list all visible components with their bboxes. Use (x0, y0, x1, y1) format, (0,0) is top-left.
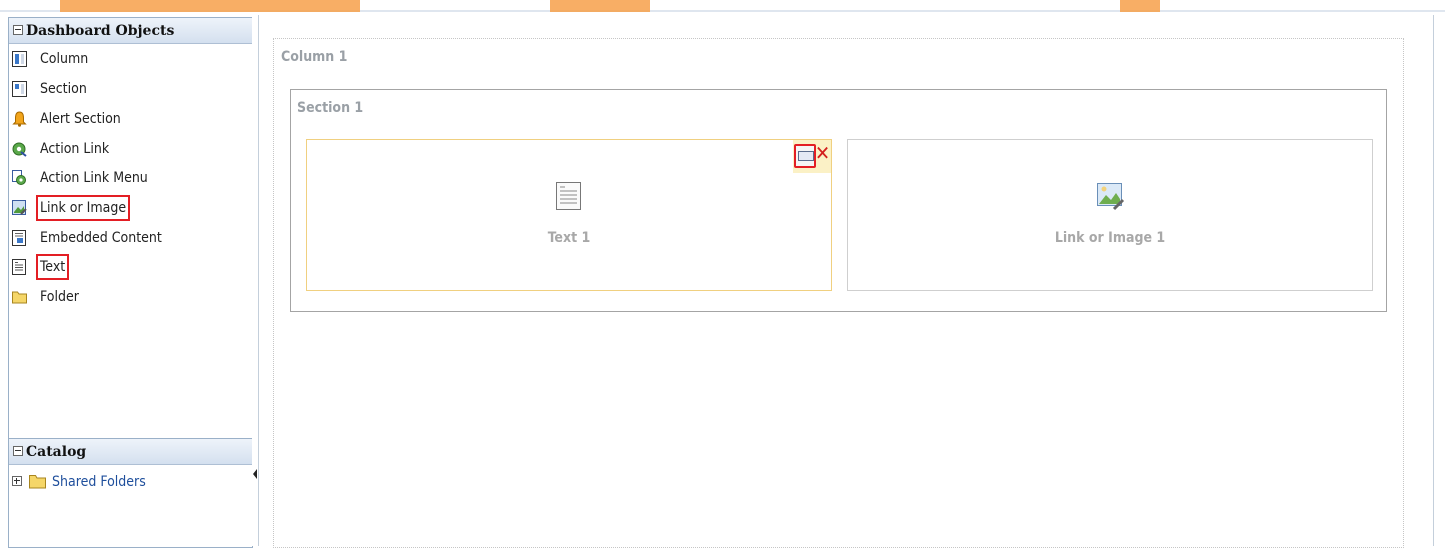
object-label: Alert Section (40, 111, 121, 127)
object-label: Column (40, 51, 89, 67)
folder-icon (12, 291, 27, 304)
text-object[interactable]: ✕ Text 1 (306, 139, 832, 291)
layout-canvas: Column 1 Section 1 ✕ Text 1 Link or Imag… (259, 15, 1434, 548)
gear-icon (12, 142, 27, 157)
object-label: Folder (40, 289, 79, 305)
catalog-header[interactable]: Catalog (9, 439, 252, 465)
text-icon (12, 259, 26, 275)
folder-icon (29, 474, 46, 488)
collapse-icon[interactable] (13, 446, 23, 456)
collapse-arrow-icon[interactable] (253, 469, 257, 479)
section-container[interactable]: Section 1 ✕ Text 1 Link or Image 1 (290, 89, 1387, 312)
link-image-icon (1097, 183, 1125, 211)
object-label: Action Link (40, 141, 110, 157)
object-label: Text (35, 254, 70, 280)
top-bar (0, 0, 1445, 12)
left-panel: Dashboard Objects Column Section Alert S… (8, 17, 253, 548)
bell-icon (12, 111, 27, 127)
object-toolbar: ✕ (793, 140, 831, 173)
collapse-icon[interactable] (13, 25, 23, 35)
object-label: Section (40, 81, 87, 97)
column-container[interactable]: Column 1 Section 1 ✕ Text 1 Link or Imag… (273, 38, 1404, 548)
watermark-band (550, 0, 650, 12)
catalog-title: Catalog (26, 444, 87, 460)
delete-icon[interactable]: ✕ (815, 142, 831, 164)
panel-splitter[interactable] (252, 17, 257, 546)
gear-menu-icon (12, 170, 26, 185)
object-caption: Text 1 (547, 230, 591, 246)
object-caption: Link or Image 1 (1054, 230, 1166, 246)
link-image-icon (12, 200, 27, 215)
dashboard-objects-header[interactable]: Dashboard Objects (9, 18, 252, 44)
object-label: Action Link Menu (40, 170, 148, 186)
link-or-image-object[interactable]: Link or Image 1 (847, 139, 1373, 291)
text-icon (556, 182, 581, 210)
column-title: Column 1 (281, 49, 348, 65)
section-icon (12, 81, 27, 97)
object-label: Embedded Content (40, 230, 162, 246)
section-title: Section 1 (297, 100, 364, 116)
expand-icon[interactable] (12, 476, 22, 486)
dashboard-objects-title: Dashboard Objects (26, 23, 175, 39)
catalog-item-label: Shared Folders (52, 474, 146, 490)
watermark-band (1120, 0, 1160, 12)
catalog-item-shared-folders[interactable]: Shared Folders (12, 473, 146, 491)
properties-button[interactable] (794, 144, 816, 168)
watermark-band (60, 0, 360, 12)
properties-icon (798, 151, 814, 161)
object-label: Link or Image (35, 195, 131, 221)
column-icon (12, 51, 27, 67)
catalog-panel: Catalog Shared Folders (9, 438, 252, 548)
embedded-content-icon (12, 230, 26, 246)
